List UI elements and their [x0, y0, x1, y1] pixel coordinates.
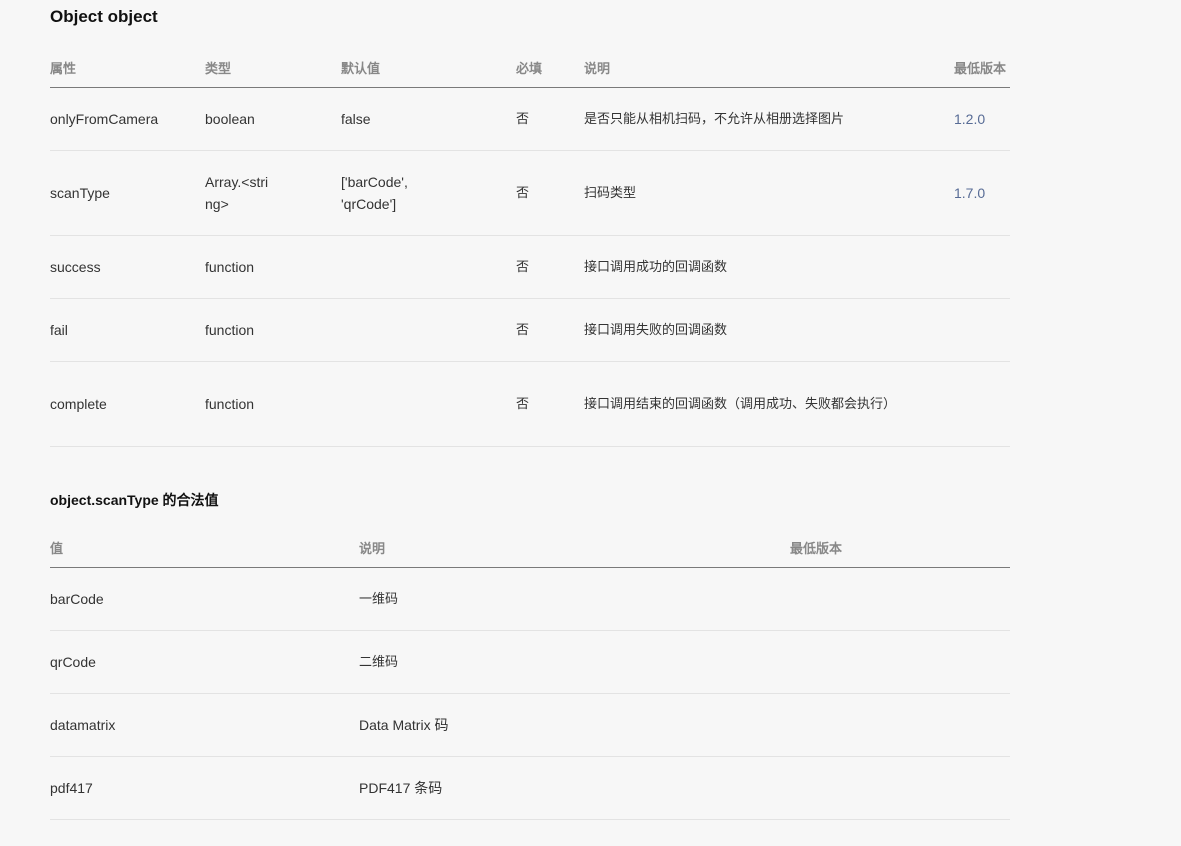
header-min-version: 最低版本: [954, 47, 1010, 88]
table-row: complete function 否 接口调用结束的回调函数（调用成功、失败都…: [50, 361, 1010, 447]
value-name: pdf417: [50, 756, 359, 820]
param-description: 接口调用成功的回调函数: [584, 235, 954, 299]
param-description: 是否只能从相机扫码，不允许从相册选择图片: [584, 87, 954, 151]
param-description: 接口调用失败的回调函数: [584, 298, 954, 362]
param-name: onlyFromCamera: [50, 87, 205, 151]
param-name: fail: [50, 298, 205, 362]
table-row: datamatrix Data Matrix 码: [50, 693, 1010, 757]
table-header-row: 值 说明 最低版本: [50, 527, 1010, 568]
table-header-row: 属性 类型 默认值 必填 说明 最低版本: [50, 47, 1010, 88]
param-type: boolean: [205, 87, 341, 151]
param-type: function: [205, 235, 341, 299]
value-name: barCode: [50, 567, 359, 631]
header-attribute: 属性: [50, 47, 205, 88]
table-row: pdf417 PDF417 条码: [50, 756, 1010, 820]
param-version: [954, 298, 1010, 362]
object-params-table: 属性 类型 默认值 必填 说明 最低版本 onlyFromCamera bool…: [50, 47, 1010, 447]
header-description: 说明: [359, 527, 790, 568]
param-description: 接口调用结束的回调函数（调用成功、失败都会执行）: [584, 361, 954, 447]
value-version: [790, 630, 1010, 694]
param-default: [341, 235, 516, 299]
header-default: 默认值: [341, 47, 516, 88]
value-name: datamatrix: [50, 693, 359, 757]
value-description: Data Matrix 码: [359, 693, 790, 757]
param-version-link[interactable]: 1.2.0: [954, 87, 1010, 151]
table-row: scanType Array.<string> ['barCode', 'qrC…: [50, 150, 1010, 236]
param-name: complete: [50, 361, 205, 447]
header-min-version: 最低版本: [790, 527, 1010, 568]
value-description: 一维码: [359, 567, 790, 631]
param-type-text: Array.<string>: [205, 174, 269, 212]
param-type: function: [205, 298, 341, 362]
param-name: success: [50, 235, 205, 299]
scantype-values-title: object.scanType 的合法值: [50, 492, 219, 508]
param-type: function: [205, 361, 341, 447]
object-params-title: Object object: [50, 7, 158, 26]
value-description: PDF417 条码: [359, 756, 790, 820]
param-default: false: [341, 87, 516, 151]
param-required: 否: [516, 150, 584, 236]
doc-page: Object object 属性 类型 默认值 必填 说明 最低版本 onlyF…: [0, 0, 1181, 846]
header-type: 类型: [205, 47, 341, 88]
header-description: 说明: [584, 47, 954, 88]
param-type: Array.<string>: [205, 150, 341, 236]
header-required: 必填: [516, 47, 584, 88]
param-required: 否: [516, 235, 584, 299]
header-value: 值: [50, 527, 359, 568]
value-version: [790, 693, 1010, 757]
table-row: onlyFromCamera boolean false 否 是否只能从相机扫码…: [50, 87, 1010, 151]
scantype-values-table: 值 说明 最低版本 barCode 一维码 qrCode 二维码 datamat…: [50, 527, 1010, 820]
param-default: [341, 361, 516, 447]
param-version-link[interactable]: 1.7.0: [954, 150, 1010, 236]
param-version: [954, 235, 1010, 299]
param-description-text: 接口调用结束的回调函数（调用成功、失败都会执行）: [584, 396, 897, 411]
param-description: 扫码类型: [584, 150, 954, 236]
table-row: barCode 一维码: [50, 567, 1010, 631]
table-row: fail function 否 接口调用失败的回调函数: [50, 298, 1010, 362]
param-required: 否: [516, 87, 584, 151]
table-row: success function 否 接口调用成功的回调函数: [50, 235, 1010, 299]
param-required: 否: [516, 361, 584, 447]
table-row: qrCode 二维码: [50, 630, 1010, 694]
param-default-text: ['barCode', 'qrCode']: [341, 174, 408, 212]
param-name: scanType: [50, 150, 205, 236]
param-default: ['barCode', 'qrCode']: [341, 150, 516, 236]
param-default: [341, 298, 516, 362]
value-name: qrCode: [50, 630, 359, 694]
value-version: [790, 756, 1010, 820]
param-required: 否: [516, 298, 584, 362]
value-version: [790, 567, 1010, 631]
param-version: [954, 361, 1010, 447]
value-description: 二维码: [359, 630, 790, 694]
